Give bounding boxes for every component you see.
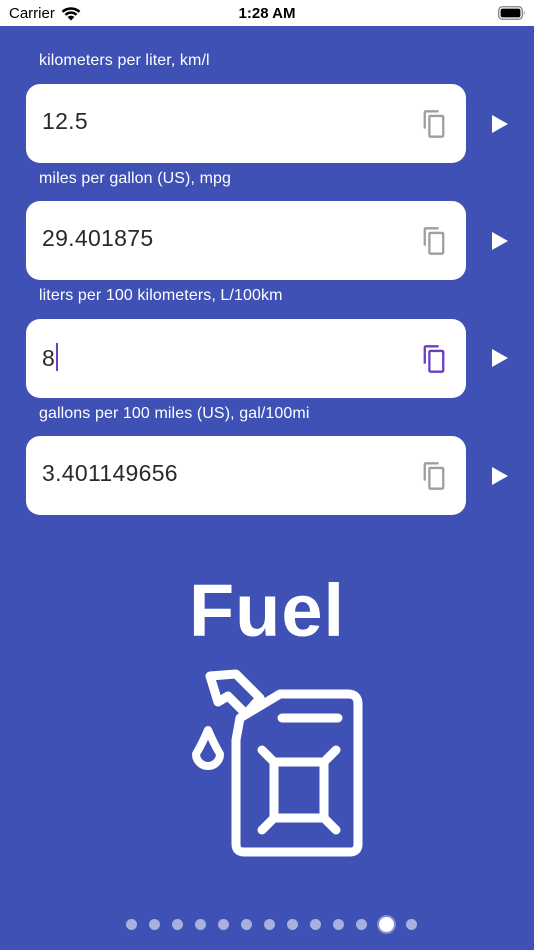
input-gal-per-100mi[interactable]: 3.401149656 (26, 436, 466, 515)
page-dot[interactable] (286, 919, 298, 930)
copy-icon[interactable] (420, 226, 448, 256)
label-liters-per-100km: liters per 100 kilometers, L/100km (39, 287, 283, 304)
field-value: 8 (42, 345, 56, 371)
copy-icon[interactable] (420, 461, 448, 491)
field-value-wrapper: 8 (42, 343, 59, 372)
page-dot[interactable] (194, 919, 206, 930)
input-km-per-liter[interactable]: 12.5 (26, 84, 466, 163)
page-dot[interactable] (355, 919, 367, 930)
page-dot[interactable] (125, 919, 137, 930)
page-dot[interactable] (171, 919, 183, 930)
fuel-can-icon (192, 669, 363, 857)
field-value: 12.5 (42, 108, 88, 134)
page-dot[interactable] (240, 919, 252, 930)
page-indicator[interactable] (0, 917, 534, 932)
copy-icon[interactable] (420, 344, 448, 374)
category-title: Fuel (188, 569, 346, 652)
page-dot[interactable] (309, 919, 321, 930)
text-caret (56, 343, 59, 371)
page-dot[interactable] (263, 919, 275, 930)
status-bar: Carrier 1:28 AM (0, 0, 534, 26)
label-mpg: miles per gallon (US), mpg (39, 170, 231, 187)
play-icon[interactable] (488, 347, 510, 369)
label-gal-per-100mi: gallons per 100 miles (US), gal/100mi (39, 405, 310, 422)
copy-icon[interactable] (420, 109, 448, 139)
play-icon[interactable] (488, 230, 510, 252)
field-value: 3.401149656 (42, 460, 178, 486)
status-time: 1:28 AM (238, 5, 296, 22)
page-dot[interactable] (148, 919, 160, 930)
page-dot[interactable] (405, 919, 417, 930)
input-mpg[interactable]: 29.401875 (26, 201, 466, 280)
page-dot[interactable] (332, 919, 344, 930)
input-liters-per-100km[interactable]: 8 (26, 319, 466, 398)
field-value: 29.401875 (42, 225, 154, 251)
page-dot-active[interactable] (378, 917, 394, 932)
play-icon[interactable] (488, 465, 510, 487)
label-km-per-liter: kilometers per liter, km/l (39, 52, 210, 69)
play-icon[interactable] (488, 113, 510, 135)
battery-icon (498, 6, 525, 20)
page-dot[interactable] (217, 919, 229, 930)
